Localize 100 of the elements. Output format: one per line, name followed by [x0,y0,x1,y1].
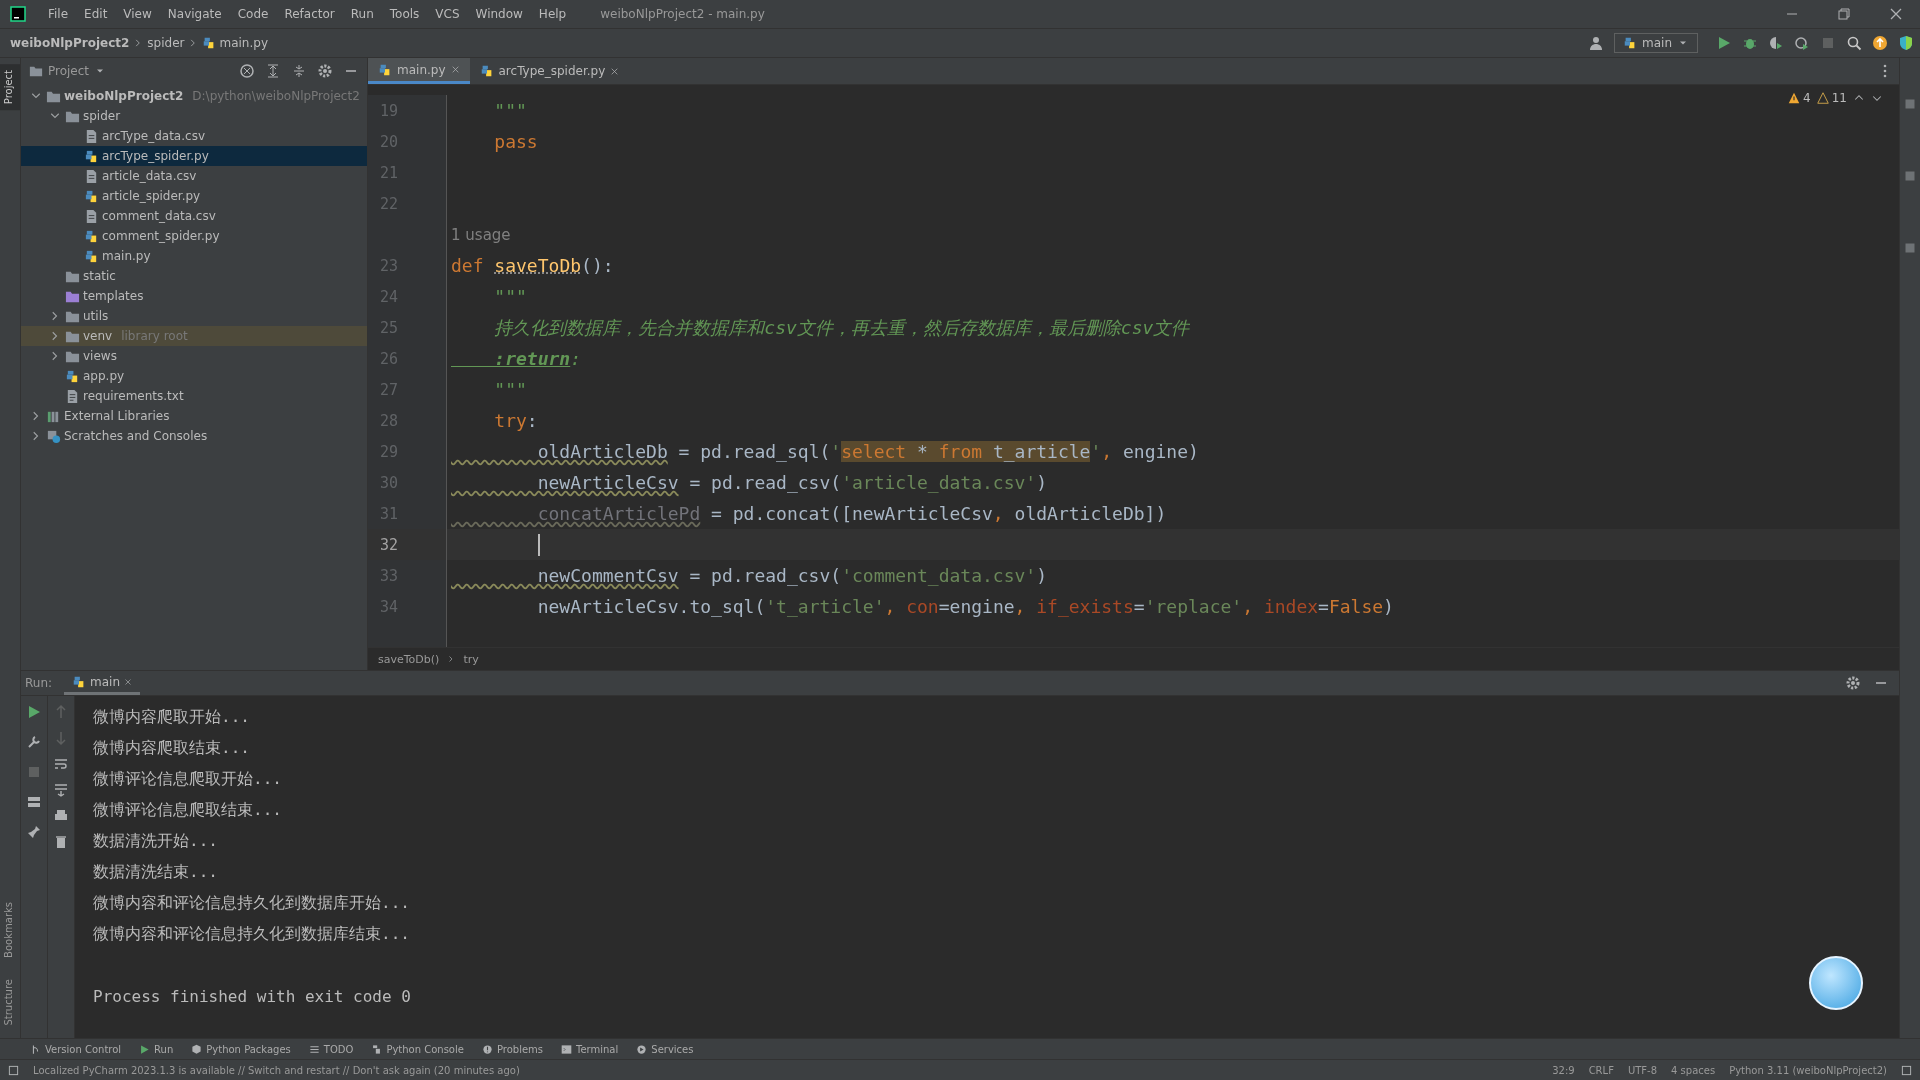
tree-item[interactable]: External Libraries [21,406,367,426]
settings-icon[interactable] [1845,675,1861,691]
usage-hint[interactable]: 1 usage [451,225,511,244]
breadcrumb[interactable]: spider [147,36,185,50]
close-icon[interactable] [450,65,460,74]
expand-all-icon[interactable] [265,63,281,79]
status-message: Localized PyCharm 2023.1.3 is available // Switch and restart // Don't ask again (20 minutes ago) [33,1064,520,1076]
tree-item[interactable]: static [21,266,367,286]
tree-item[interactable]: templates [21,286,367,306]
soft-wrap-icon[interactable] [53,756,69,772]
scroll-to-end-icon[interactable] [53,782,69,798]
status-item[interactable]: UTF-8 [1627,1064,1658,1076]
breadcrumb[interactable]: main.py [219,36,268,50]
tree-item[interactable]: arcType_data.csv [21,126,367,146]
breadcrumb[interactable]: try [463,652,479,666]
weak-warning-count[interactable]: 11 [1816,91,1847,105]
code-line: """ [493,379,527,400]
menu-item[interactable]: Help [530,7,575,21]
editor-tab[interactable]: arcType_spider.py [469,58,630,84]
update-icon[interactable] [1872,35,1888,51]
code-line: """ [493,286,527,307]
account-icon[interactable] [1588,35,1604,51]
code-line: newArticleCsv = pd.read_csv('article_data.csv') [536,472,1048,493]
tool-window-tab[interactable]: Project [0,64,20,111]
tree-item[interactable]: venv library root [21,326,367,346]
tree-item[interactable]: utils [21,306,367,326]
run-config-dropdown[interactable]: main [1614,33,1698,53]
settings-icon[interactable] [317,63,333,79]
tree-item[interactable]: app.py [21,366,367,386]
menu-item[interactable]: Refactor [276,7,343,21]
tool-window-icon[interactable] [1904,170,1916,182]
profiler-icon[interactable] [1794,35,1810,51]
tree-item[interactable]: requirements.txt [21,386,367,406]
wrench-icon[interactable] [26,734,42,750]
console-line: 微博内容和评论信息持久化到数据库开始... [93,892,410,914]
shield-icon[interactable] [1898,35,1914,51]
trash-icon[interactable] [53,834,69,850]
breadcrumb[interactable]: saveToDb() [378,652,440,666]
code-line: """ [493,100,527,121]
python-file-icon [84,248,99,264]
status-item[interactable]: CRLF [1588,1064,1614,1076]
coverage-icon[interactable] [1768,35,1784,51]
menu-item[interactable]: Window [467,7,531,21]
tool-window-button[interactable]: Version Control [30,1043,122,1055]
menu-item[interactable]: Edit [76,7,116,21]
status-item[interactable]: 4 spaces [1671,1064,1716,1076]
tree-item[interactable]: comment_data.csv [21,206,367,226]
restore-icon[interactable] [1836,6,1852,22]
search-icon[interactable] [1846,35,1862,51]
panel-title[interactable]: Project [48,64,90,78]
tree-item[interactable]: weiboNlpProject2 D:\python\weiboNlpProject2 [21,86,367,106]
menu-item[interactable]: File [40,7,77,21]
menu-item[interactable]: Tools [381,7,428,21]
tool-window-button[interactable]: Python Console [371,1043,464,1055]
warning-count[interactable]: 4 [1788,91,1811,105]
tool-window-button[interactable]: Run [139,1043,174,1055]
tool-window-button[interactable]: Terminal [561,1043,619,1055]
locate-icon[interactable] [239,63,255,79]
tool-window-button[interactable]: Problems [481,1043,543,1055]
code-line: pass [493,131,538,152]
breadcrumb[interactable]: weiboNlpProject2 [10,36,130,50]
tree-item[interactable]: arcType_spider.py [21,146,367,166]
python-file-icon [65,368,80,384]
collapse-all-icon[interactable] [291,63,307,79]
tool-window-button[interactable]: TODO [308,1043,354,1055]
tool-window-tab[interactable]: Bookmarks [0,895,20,964]
close-icon[interactable] [1888,6,1904,22]
status-item[interactable]: 32:9 [1552,1064,1575,1076]
close-icon[interactable] [124,677,133,686]
tool-window-button[interactable]: Services [636,1043,694,1055]
tree-item[interactable]: Scratches and Consoles [21,426,367,446]
text-file-icon [65,388,80,404]
menu-item[interactable]: View [115,7,160,21]
tree-item[interactable]: spider [21,106,367,126]
tool-window-icon[interactable] [1904,98,1916,110]
layout-icon[interactable] [26,794,42,810]
run-icon[interactable] [1716,35,1732,51]
tree-item[interactable]: main.py [21,246,367,266]
tree-item[interactable]: article_data.csv [21,166,367,186]
editor-tab[interactable]: main.py [368,58,470,84]
tool-window-icon[interactable] [1904,242,1916,254]
notification-icon[interactable] [8,1064,19,1076]
close-icon[interactable] [610,66,620,76]
tree-item[interactable]: views [21,346,367,366]
tree-item[interactable]: article_spider.py [21,186,367,206]
tool-icon [308,1043,320,1055]
tool-window-tab[interactable]: Structure [0,973,20,1032]
rerun-icon[interactable] [26,704,42,720]
python-file-icon [84,228,99,244]
status-item[interactable]: Python 3.11 (weiboNlpProject2) [1729,1064,1887,1076]
menu-item[interactable]: VCS [427,7,468,21]
tree-item[interactable]: comment_spider.py [21,226,367,246]
code-line: oldArticleDb = pd.read_sql('select * from t_article', engine) [536,441,1199,462]
tool-window-button[interactable]: Python Packages [191,1043,291,1055]
pin-icon[interactable] [26,824,42,840]
folder-icon [29,64,43,78]
menu-item[interactable]: Code [229,7,277,21]
menu-item[interactable]: Run [342,7,382,21]
menu-item[interactable]: Navigate [159,7,230,21]
file-icon [84,168,99,184]
